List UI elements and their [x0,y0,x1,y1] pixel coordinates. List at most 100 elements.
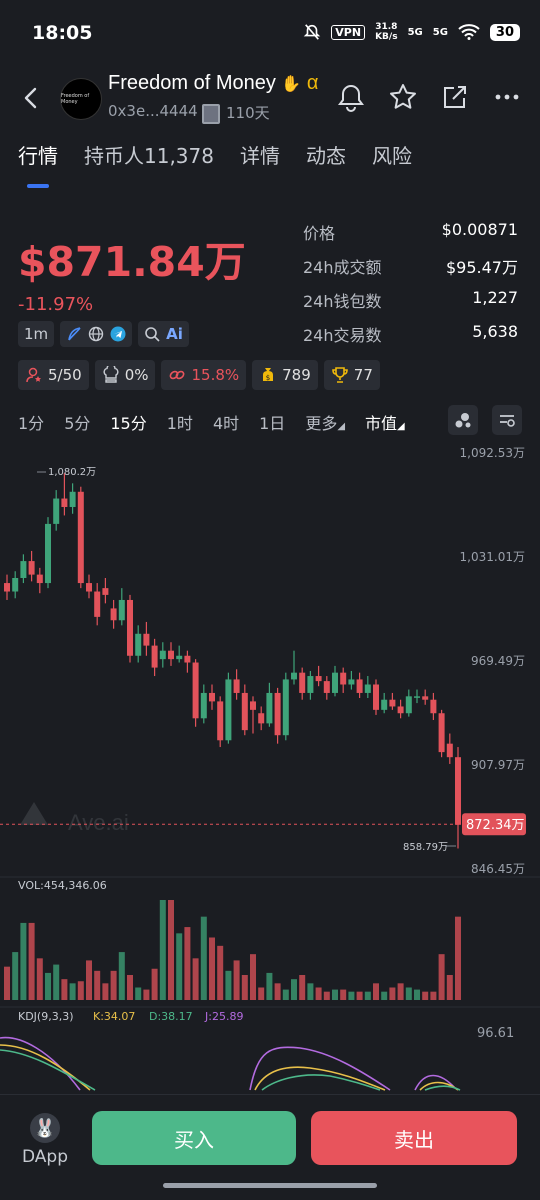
volume-bar [77,981,84,1000]
battery-icon: 30 [489,23,520,41]
candle-body [110,608,117,621]
volume-bar [340,989,347,1000]
volume-bar [364,991,371,1000]
candle-body [159,650,166,660]
stats-panel: 价格 $0.00871 24h成交额 $95.47万 24h钱包数 1,227 24h… [303,220,518,356]
mode-market-cap[interactable]: 市值◢ [365,410,405,434]
volume-bar [405,987,412,1000]
volume-bar [389,987,396,1000]
dapp-button[interactable]: 🐰 DApp [22,1113,68,1167]
volume-bar [356,991,363,1000]
candle-body [176,655,183,660]
volume-bar [127,975,133,1000]
tab-bar: 行情 持币人11,378 详情 动态 风险 [18,140,412,169]
ai-icon[interactable]: Ai [166,325,183,343]
candle-body [340,672,347,685]
sell-button[interactable]: 卖出 [311,1111,517,1165]
volume-bar [12,952,19,1000]
svg-text:KDJ(9,3,3): KDJ(9,3,3) [18,1010,74,1023]
copy-icon[interactable] [202,104,220,124]
watermark: Ave.ai [20,802,129,835]
tab-details[interactable]: 详情 [240,140,280,169]
clock: 18:05 [32,22,93,44]
volume-bar [233,960,240,1000]
candle-body [430,699,437,714]
globe-icon[interactable] [88,326,104,342]
volume-bar [241,975,248,1000]
link-icon [170,370,185,380]
token-address[interactable]: 0x3e...4444 [108,102,198,120]
candle-body [282,679,289,736]
chart-settings-button[interactable] [492,405,522,435]
share-icon[interactable] [440,82,470,112]
net-speed: 31.8 KB/s [375,22,398,42]
volume-bar [192,958,199,1000]
candle-body [94,591,101,617]
candle-body [250,701,256,710]
volume-bar [381,991,388,1000]
interval-1h[interactable]: 1时 [167,410,193,434]
chip-dev[interactable]: 0% [94,360,156,390]
candle-body [151,645,158,668]
chip-bag[interactable]: $789 [252,360,318,390]
candle-body [12,577,19,592]
feather-icon[interactable] [66,326,82,342]
volume-bar [315,987,322,1000]
candle-body [4,583,10,592]
tab-holders[interactable]: 持币人11,378 [84,140,214,169]
tab-market[interactable]: 行情 [18,140,58,169]
indicator-tool-button[interactable] [448,405,478,435]
telegram-icon[interactable] [110,326,126,342]
candle-body [36,574,43,584]
bell-icon[interactable] [336,82,366,112]
volume-bar [291,979,297,1000]
y-tick-label: 907.97万 [471,758,525,772]
more-icon[interactable] [492,82,522,112]
candle-body [356,679,363,693]
signal-1: 5G [407,26,423,38]
candle-body [45,523,51,584]
volume-label: VOL:454,346.06 [18,879,107,892]
kdj-lines [0,1036,461,1091]
status-bar: 18:05 VPN 31.8 KB/s 5G 5G 30 [0,0,540,70]
interval-4h[interactable]: 4时 [213,410,239,434]
candle-body [389,699,396,707]
chip-trophy[interactable]: 77 [323,360,380,390]
y-tick-label: 1,031.01万 [460,550,525,564]
token-header: Freedom of Money Freedom of Money ✋ α 0x… [0,70,540,130]
bottom-action-bar: 🐰 DApp 买入 卖出 [0,1094,540,1200]
candle-body [184,655,191,663]
interval-1m[interactable]: 1分 [18,410,44,434]
buy-button[interactable]: 买入 [92,1111,296,1165]
tab-activity[interactable]: 动态 [306,140,346,169]
volume-bar [438,954,445,1000]
volume-bar [282,989,289,1000]
volume-bar [430,991,437,1000]
interval-5m[interactable]: 5分 [64,410,90,434]
search-icon[interactable] [144,326,160,342]
volume-bar [414,989,420,1000]
svg-text:K:34.07: K:34.07 [93,1010,135,1023]
tab-risk[interactable]: 风险 [372,140,412,169]
candle-body [274,692,281,736]
volume-bar [168,900,174,1000]
candle-body [307,676,314,693]
candle-body [200,692,207,719]
candle-body [364,684,371,693]
price-chart[interactable]: Ave.ai 1,092.53万 1,031.01万 969.49万 907.97万 8… [0,440,540,1095]
chip-bundle[interactable]: 15.8% [161,360,247,390]
volume-bar [422,991,429,1000]
volume-bar [53,964,60,1000]
sliders-icon [500,415,515,427]
volume-bar [397,983,404,1000]
interval-1d[interactable]: 1日 [259,410,285,434]
candle-body [348,679,355,685]
back-icon[interactable] [18,84,46,112]
star-icon[interactable] [388,82,418,112]
candle-body [69,491,76,507]
interval-15m[interactable]: 15分 [110,410,146,434]
candle-body [127,599,133,656]
chip-holders-risk[interactable]: 5/50 [18,360,89,390]
interval-more[interactable]: 更多◢ [305,410,345,434]
current-price-value: 872.34万 [466,818,525,833]
